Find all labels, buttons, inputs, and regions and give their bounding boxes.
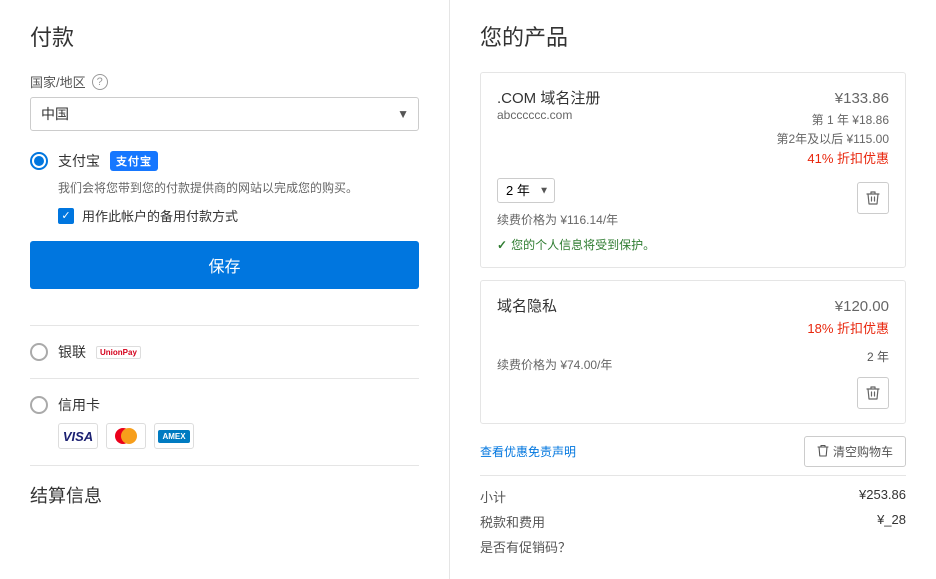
subtotal-row: 小计 ¥253.86 bbox=[480, 484, 906, 509]
promo-label: 是否有促销码？ bbox=[480, 537, 571, 556]
clear-cart-label: 清空购物车 bbox=[833, 443, 893, 460]
price-year2: 第2年及以后 ¥115.00 bbox=[777, 130, 890, 149]
bottom-actions-row: 查看优惠免责声明 清空购物车 bbox=[480, 436, 906, 467]
domain-renew-price: 续费价格为 ¥116.14/年 bbox=[497, 211, 618, 228]
unionpay-option: 银联 UnionPay bbox=[30, 342, 419, 362]
product-price-detail-domain: ¥133.86 第 1 年 ¥18.86 第2年及以后 ¥115.00 41% … bbox=[777, 87, 890, 170]
privacy-notice: ✓ 您的个人信息将受到保护。 bbox=[497, 236, 889, 253]
country-select[interactable]: 中国 bbox=[30, 97, 419, 131]
product-price-domain: ¥133.86 bbox=[777, 87, 890, 111]
alipay-label: 支付宝 bbox=[58, 151, 100, 171]
product-card-domain: .COM 域名注册 abcccccc.com ¥133.86 第 1 年 ¥18… bbox=[480, 72, 906, 268]
alipay-desc: 我们会将您带到您的付款提供商的网站以完成您的购买。 bbox=[58, 179, 419, 196]
privacy-text: 您的个人信息将受到保护。 bbox=[511, 236, 655, 253]
credit-label: 信用卡 bbox=[58, 395, 100, 415]
unionpay-logo-badge: UnionPay bbox=[96, 346, 141, 359]
summary-divider bbox=[480, 475, 906, 476]
settlement-title: 结算信息 bbox=[30, 482, 419, 508]
product-name-privacy: 域名隐私 bbox=[497, 295, 557, 316]
divider-1 bbox=[30, 325, 419, 326]
alipay-option: 支付宝 支付宝 我们会将您带到您的付款提供商的网站以完成您的购买。 用作此帐户的… bbox=[30, 151, 419, 309]
tax-label: 税款和费用 bbox=[480, 512, 545, 531]
trash-icon bbox=[866, 190, 880, 206]
subtotal-label: 小计 bbox=[480, 487, 506, 506]
promo-row: 是否有促销码？ bbox=[480, 534, 906, 559]
product-price-detail-privacy: ¥120.00 18% 折扣优惠 bbox=[807, 295, 889, 340]
country-select-wrapper: 中国 ▼ bbox=[30, 97, 419, 131]
clear-cart-button[interactable]: 清空购物车 bbox=[804, 436, 906, 467]
right-panel: 您的产品 .COM 域名注册 abcccccc.com ¥133.86 第 1 … bbox=[450, 0, 936, 579]
amex-logo: AMEX bbox=[154, 423, 194, 449]
backup-payment-row: 用作此帐户的备用付款方式 bbox=[58, 206, 419, 225]
card-logos: VISA AMEX bbox=[58, 423, 419, 449]
products-title: 您的产品 bbox=[480, 20, 906, 52]
clear-cart-icon bbox=[817, 444, 829, 458]
year-select-wrapper: 2 年 1 年 3 年 ▼ bbox=[497, 178, 555, 203]
trash-icon-2 bbox=[866, 385, 880, 401]
country-label: 国家/地区 ? bbox=[30, 72, 419, 91]
payment-title: 付款 bbox=[30, 20, 419, 52]
product-card-privacy: 域名隐私 ¥120.00 18% 折扣优惠 续费价格为 ¥74.00/年 2 年 bbox=[480, 280, 906, 424]
visa-logo: VISA bbox=[58, 423, 98, 449]
divider-3 bbox=[30, 465, 419, 466]
credit-radio[interactable] bbox=[30, 396, 48, 414]
tax-row: 税款和费用 ¥_28 bbox=[480, 509, 906, 534]
backup-payment-checkbox[interactable] bbox=[58, 208, 74, 224]
mastercard-logo bbox=[106, 423, 146, 449]
price-year1: 第 1 年 ¥18.86 bbox=[777, 111, 890, 130]
coupon-link[interactable]: 查看优惠免责声明 bbox=[480, 443, 576, 460]
divider-2 bbox=[30, 378, 419, 379]
tax-value: ¥_28 bbox=[877, 512, 906, 531]
product-sub-domain: abcccccc.com bbox=[497, 108, 600, 122]
domain-discount: 41% 折扣优惠 bbox=[777, 149, 890, 170]
left-panel: 付款 国家/地区 ? 中国 ▼ 支付宝 支付宝 我们会将您带到您的付款提供商的网… bbox=[0, 0, 450, 579]
privacy-discount: 18% 折扣优惠 bbox=[807, 319, 889, 340]
privacy-year-label: 2 年 bbox=[867, 348, 889, 365]
credit-option: 信用卡 VISA AMEX bbox=[30, 395, 419, 449]
domain-delete-button[interactable] bbox=[857, 182, 889, 214]
backup-payment-label: 用作此帐户的备用付款方式 bbox=[82, 206, 238, 225]
help-icon[interactable]: ? bbox=[92, 74, 108, 90]
product-name-domain: .COM 域名注册 bbox=[497, 87, 600, 108]
unionpay-label: 银联 bbox=[58, 342, 86, 362]
subtotal-value: ¥253.86 bbox=[859, 487, 906, 506]
product-price-privacy: ¥120.00 bbox=[807, 295, 889, 319]
domain-year-select[interactable]: 2 年 1 年 3 年 bbox=[497, 178, 555, 203]
unionpay-radio[interactable] bbox=[30, 343, 48, 361]
alipay-logo-badge: 支付宝 bbox=[110, 151, 158, 171]
privacy-renew-price: 续费价格为 ¥74.00/年 bbox=[497, 356, 612, 373]
save-button[interactable]: 保存 bbox=[30, 241, 419, 289]
privacy-delete-button[interactable] bbox=[857, 377, 889, 409]
alipay-radio[interactable] bbox=[30, 152, 48, 170]
